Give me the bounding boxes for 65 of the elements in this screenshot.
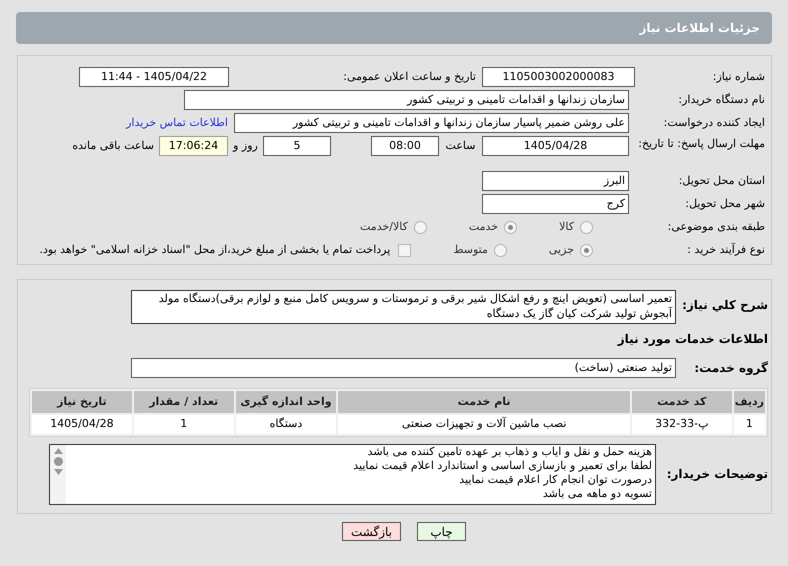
table-cell: 1405/04/28 [32, 415, 132, 434]
notes-line: لطفا برای تعمیر و بازسازی اساسی و استاندارد اعلام قیمت نمایید [352, 459, 652, 473]
field-label: توضیحات خریدار: [666, 467, 768, 482]
notes-box[interactable]: هزینه حمل و نقل و ایاب و ذهاب بر عهده تامین کننده می باشد لطفا برای تعمیر و بازسازی اساسی و استاندارد اعلام قیمت نمایید درصورت توان انجام کار اعلام قیمت نمایید تسویه دو ماهه می باشد [49, 444, 656, 505]
radio-option[interactable]: کالا/خدمت [360, 218, 427, 236]
radio-button[interactable] [580, 220, 593, 234]
input-field[interactable]: 08:00 [371, 136, 439, 156]
field-label: شرح کلي نياز: [682, 298, 768, 312]
table-cell: نصب ماشین آلات و تجهیزات صنعتی [338, 415, 630, 434]
input-field[interactable]: تولید صنعتی (ساخت) [131, 358, 676, 378]
days-label: روز و [232, 138, 259, 154]
time-label: ساعت [444, 138, 476, 154]
field-label: شماره نیاز: [712, 70, 765, 83]
table-cell: 1 [134, 415, 234, 434]
radio-button[interactable] [504, 220, 518, 234]
radio-option[interactable]: خدمت [468, 218, 518, 236]
radio-option[interactable]: کالا [559, 218, 593, 236]
scrollbar[interactable] [50, 445, 66, 504]
notes-line: تسویه دو ماهه می باشد [542, 487, 652, 501]
description-box[interactable]: تعمیر اساسی (تعویض اینچ و رفع اشکال شیر برقی و ترموستات و سرویس کامل منبع و لوازم برقی)دستگاه مولد آبجوش تولید شرکت کیان گاز یک دستگاه [131, 290, 676, 324]
column-header: تاریخ نیاز [32, 391, 132, 413]
contact-link[interactable]: اطلاعات تماس خریدار [126, 114, 228, 132]
column-header: تعداد / مقدار [134, 391, 234, 413]
column-header: ردیف [734, 391, 765, 413]
input-field[interactable]: کرج [482, 194, 629, 214]
print-button[interactable]: چاپ [417, 522, 466, 541]
input-field[interactable]: 1405/04/22 - 11:44 [79, 67, 229, 87]
field-label: تاریخ و ساعت اعلان عمومی: [343, 70, 476, 83]
table-cell: 1 [734, 415, 765, 434]
checkbox[interactable] [398, 244, 412, 256]
input-field[interactable]: 1405/04/28 [482, 136, 629, 156]
notes-line: درصورت توان انجام کار اعلام قیمت نمایید [458, 473, 652, 487]
notes-line: هزینه حمل و نقل و ایاب و ذهاب بر عهده تامین کننده می باشد [366, 445, 652, 459]
field-label: ایجاد کننده درخواست: [664, 116, 765, 129]
scroll-thumb-icon[interactable] [54, 457, 62, 466]
remaining-label: ساعت باقی مانده [72, 138, 154, 154]
field-label: طبقه بندی موضوعی: [668, 220, 765, 233]
radio-button[interactable] [580, 244, 593, 256]
field-label: نوع فرآیند خرید : [687, 242, 765, 256]
checkbox-option[interactable]: پرداخت تمام یا بخشی از مبلغ خرید،از محل "اسناد خزانه اسلامی" خواهد بود. [40, 242, 412, 258]
section-heading: اطلاعات خدمات مورد نیاز [616, 331, 768, 348]
radio-button[interactable] [414, 220, 427, 234]
column-header: واحد اندازه گیری [236, 391, 336, 413]
scroll-down-icon[interactable] [54, 469, 62, 475]
input-field[interactable]: سازمان زندانها و اقدامات تامینی و تربیتی کشور [184, 90, 629, 110]
table-cell: پ-33-332 [632, 415, 732, 434]
input-field[interactable]: البرز [482, 171, 629, 191]
input-field[interactable]: 1105003002000083 [482, 67, 635, 87]
input-field[interactable]: 17:06:24 [159, 136, 228, 156]
input-field[interactable]: علی روشن ضمیر پاسیار سازمان زندانها و اقدامات تامینی و تربیتی کشور [234, 113, 629, 133]
field-label: نام دستگاه خریدار: [678, 92, 765, 106]
field-label: گروه خدمت: [694, 360, 768, 375]
field-label: شهر محل تحویل: [685, 196, 765, 210]
scroll-up-icon[interactable] [54, 448, 62, 454]
page-title: جزئیات اطلاعات نیاز [639, 20, 760, 37]
column-header: کد خدمت [632, 391, 732, 413]
table-cell: دستگاه [236, 415, 336, 434]
field-label: مهلت ارسال پاسخ: تا تاریخ: [638, 137, 765, 150]
back-button[interactable]: بازگشت [342, 522, 401, 541]
radio-button[interactable] [494, 244, 507, 256]
input-field[interactable]: 5 [263, 136, 331, 156]
radio-option[interactable]: متوسط [453, 242, 507, 258]
column-header: نام خدمت [338, 391, 630, 413]
field-label: استان محل تحویل: [678, 174, 765, 187]
radio-option[interactable]: جزیی [548, 242, 593, 258]
